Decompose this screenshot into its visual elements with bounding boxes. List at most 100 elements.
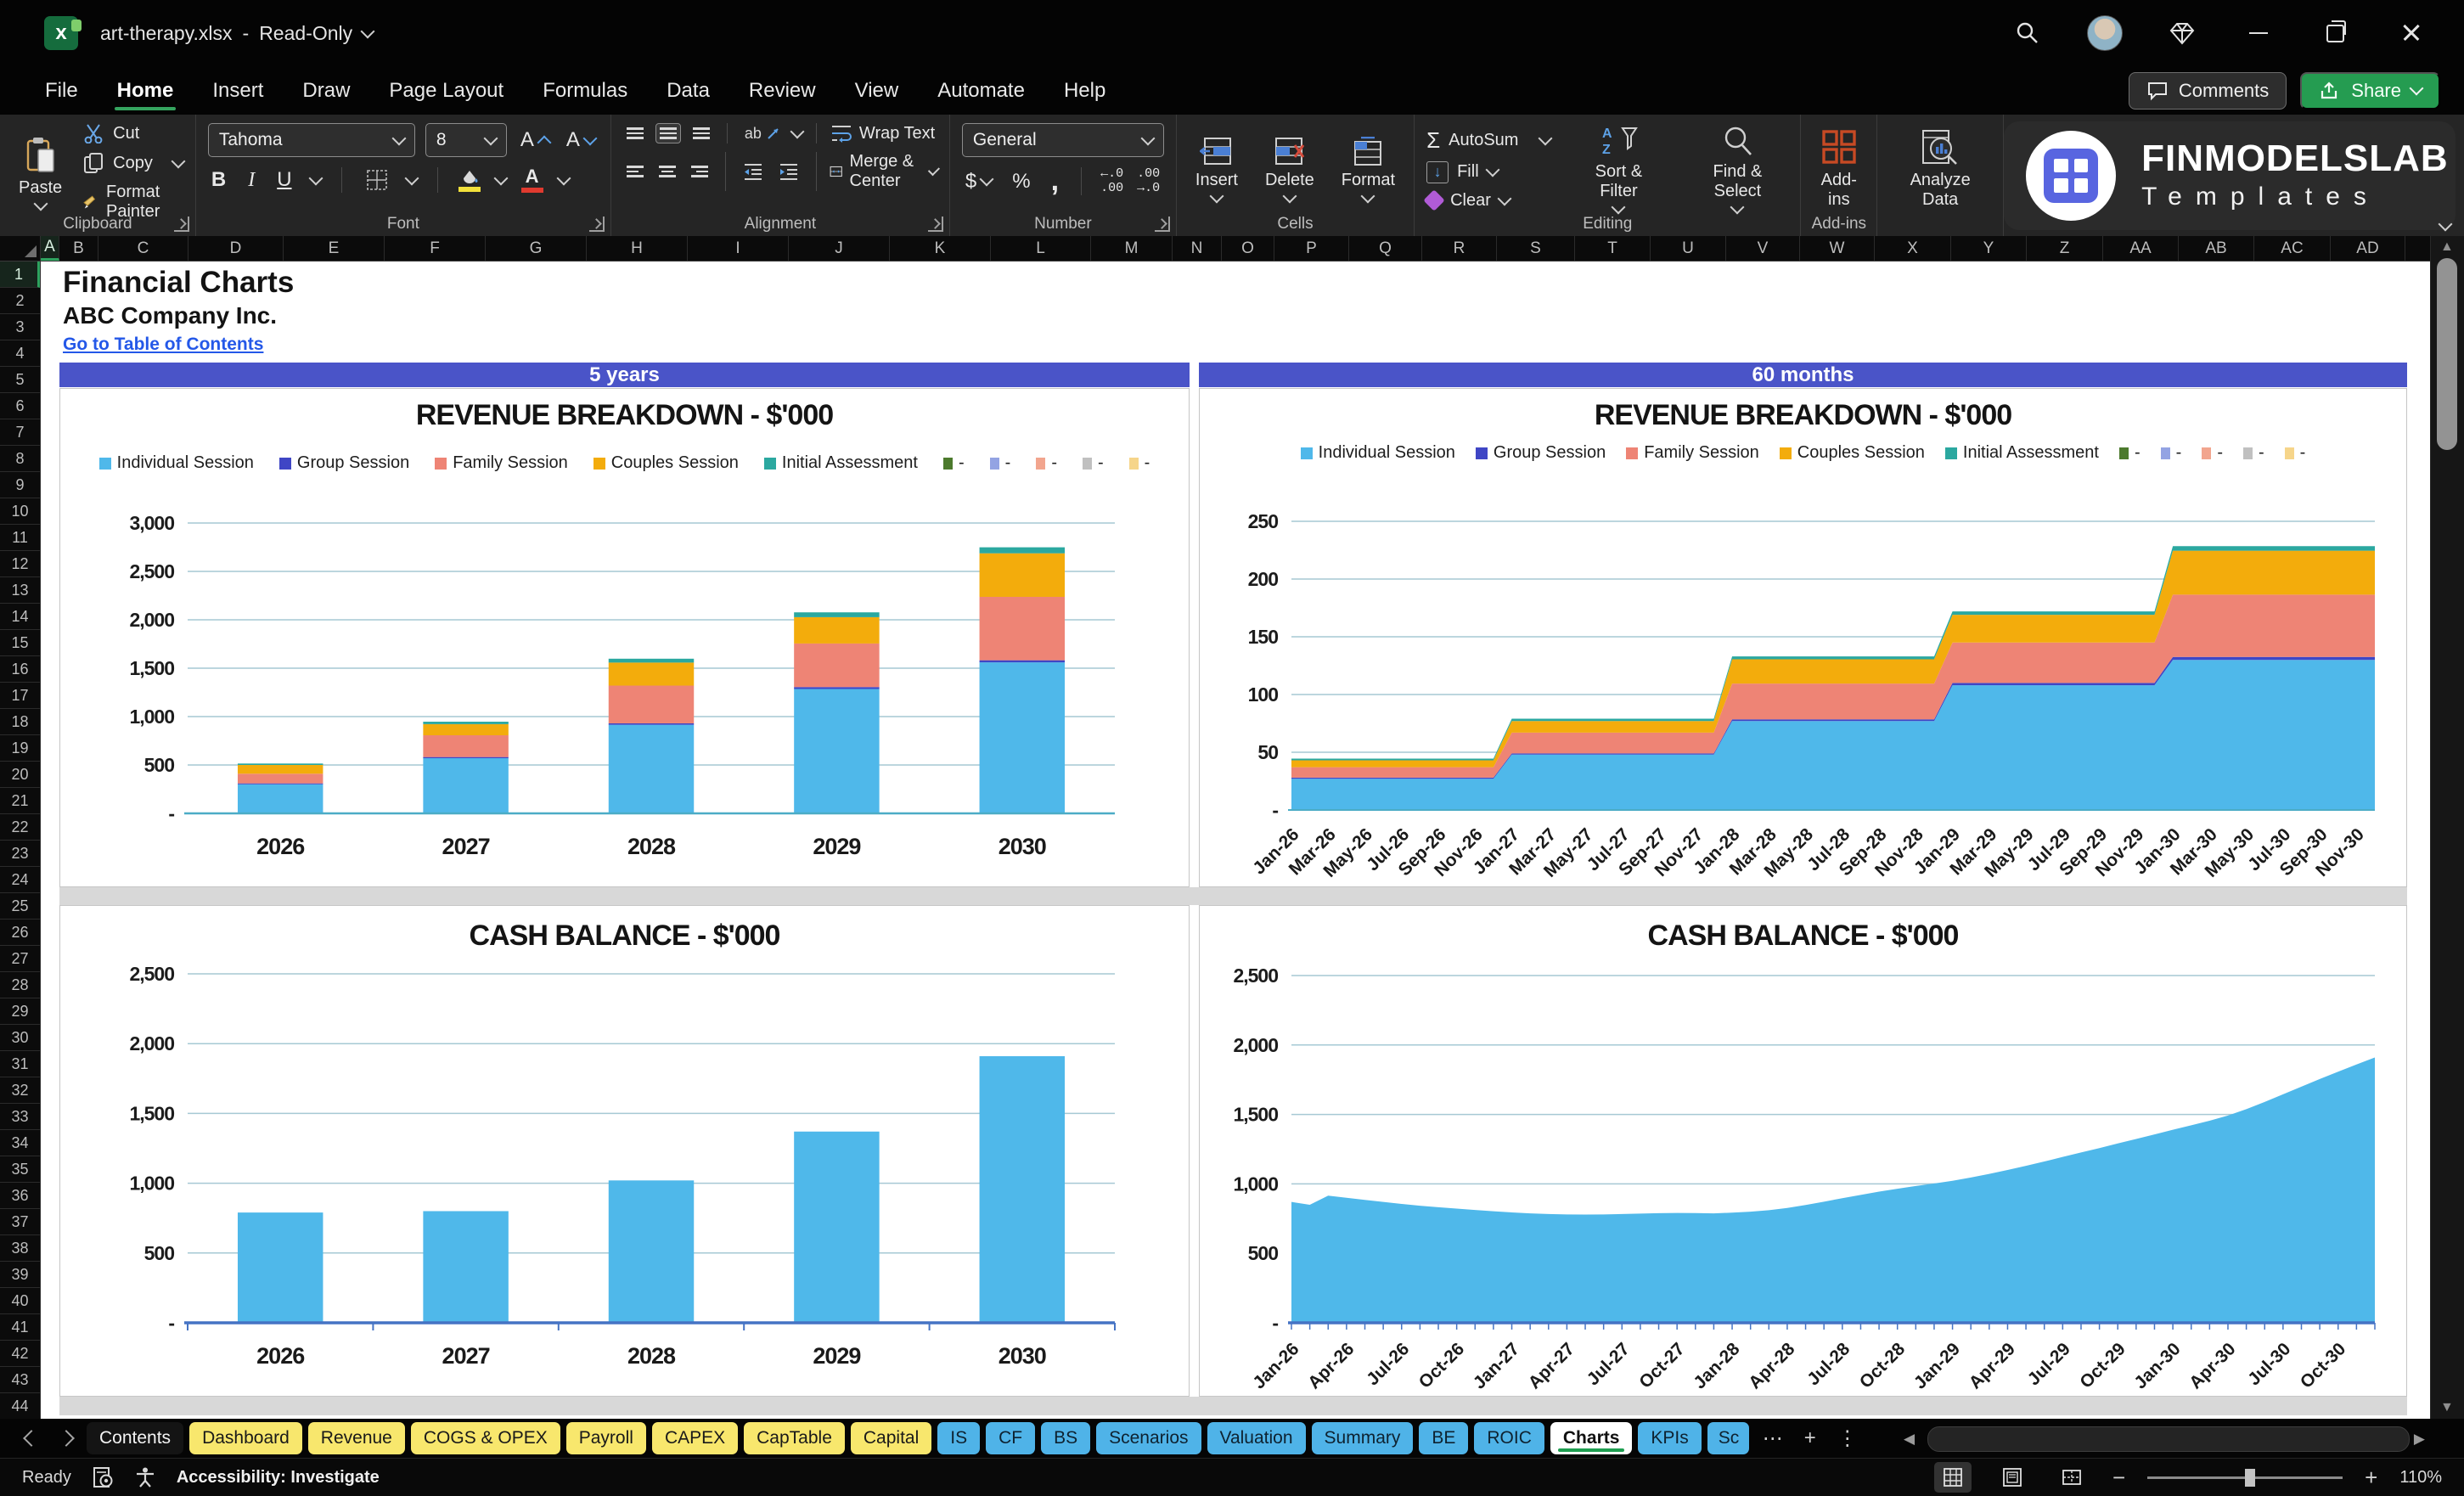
align-middle-button[interactable] [655,123,681,143]
menu-tab-draw[interactable]: Draw [283,66,369,115]
orientation-button[interactable]: ab [741,125,784,143]
legend-item-extra-2[interactable]: - [989,453,1010,473]
autosum-button[interactable]: Σ AutoSum [1426,127,1553,154]
vertical-scrollbar-thumb[interactable] [2437,258,2457,450]
menu-tab-review[interactable]: Review [729,66,835,115]
sheet-tab-bs[interactable]: BS [1041,1422,1091,1454]
column-header-n[interactable]: N [1173,236,1222,261]
increase-font-button[interactable]: A [517,128,553,152]
menu-tab-help[interactable]: Help [1044,66,1125,115]
legend-item-group-session[interactable]: Group Session [278,453,409,473]
legend-item-extra-1[interactable]: - [2118,443,2141,463]
column-header-a[interactable]: A [41,236,59,261]
fill-color-button[interactable] [458,168,481,192]
delete-cells-button[interactable]: Delete [1258,135,1321,203]
sheet-tab-valuation[interactable]: Valuation [1207,1422,1306,1454]
hscroll-right-arrow-icon[interactable]: ▶ [2414,1431,2425,1448]
revenue-breakdown-60m-chart[interactable]: -50 100 150 200 250 Jan-26 Mar-26 May-26 Jul-26 S… [1199,388,2407,887]
decrease-indent-button[interactable] [740,162,767,181]
row-header-17[interactable]: 17 [0,683,40,709]
column-header-x[interactable]: X [1875,236,1951,261]
row-header-23[interactable]: 23 [0,841,40,867]
clipboard-dialog-launcher[interactable] [173,217,189,232]
font-size-select[interactable]: 8 [425,123,507,157]
tab-nav-right-icon[interactable] [58,1430,75,1447]
legend-item-initial-assessment[interactable]: Initial Assessment [1944,443,2099,463]
sheet-tab-kpis[interactable]: KPIs [1638,1422,1702,1454]
bold-button[interactable]: B [208,168,229,192]
decrease-decimal-button[interactable]: .00 →.0 [1137,166,1160,195]
column-header-m[interactable]: M [1091,236,1173,261]
row-header-20[interactable]: 20 [0,762,40,788]
column-header-c[interactable]: C [98,236,188,261]
row-header-30[interactable]: 30 [0,1025,40,1051]
font-color-chevron-icon[interactable] [556,171,571,185]
column-header-g[interactable]: G [486,236,587,261]
sheet-tab-captable[interactable]: CapTable [744,1422,845,1454]
number-format-select[interactable]: General [961,123,1164,157]
row-header-25[interactable]: 25 [0,893,40,920]
column-header-d[interactable]: D [188,236,284,261]
menu-tab-view[interactable]: View [835,66,919,115]
row-header-13[interactable]: 13 [0,577,40,604]
sheet-tab-scenarios[interactable]: Scenarios [1096,1422,1201,1454]
borders-chevron-icon[interactable] [404,171,419,185]
column-header-l[interactable]: L [991,236,1091,261]
comma-format-button[interactable]: , [1048,166,1062,194]
sheet-tab-cf[interactable]: CF [986,1422,1036,1454]
macro-record-icon[interactable] [92,1466,114,1488]
legend-item-extra-3[interactable]: - [1036,453,1057,473]
italic-button[interactable]: I [245,169,258,192]
row-header-39[interactable]: 39 [0,1262,40,1288]
column-header-z[interactable]: Z [2027,236,2103,261]
column-header-r[interactable]: R [1422,236,1497,261]
align-top-button[interactable] [623,124,647,143]
sheet-tab-is[interactable]: IS [937,1422,981,1454]
column-header-e[interactable]: E [284,236,385,261]
row-header-2[interactable]: 2 [0,288,40,314]
column-header-j[interactable]: J [789,236,890,261]
font-family-select[interactable]: Tahoma [207,123,415,157]
fill-button[interactable]: ↓ Fill [1426,160,1550,183]
new-sheet-button[interactable]: + [1797,1426,1824,1450]
row-header-43[interactable]: 43 [0,1367,40,1393]
font-dialog-launcher[interactable] [588,217,605,232]
cash-balance-5y-chart[interactable]: - 500 1,000 1,500 2,000 2,500 2026 2027 2028 2029… [59,905,1190,1397]
column-header-o[interactable]: O [1222,236,1274,261]
page-break-view-button[interactable] [2053,1462,2090,1493]
sheet-tab-be[interactable]: BE [1419,1422,1469,1454]
row-header-37[interactable]: 37 [0,1209,40,1235]
paste-button[interactable]: Paste [12,134,69,211]
scroll-up-arrow-icon[interactable]: ▲ [2440,239,2454,255]
column-header-ab[interactable]: AB [2179,236,2254,261]
zoom-level[interactable]: 110% [2399,1468,2442,1488]
copy-button[interactable]: Copy [82,152,186,174]
currency-format-button[interactable]: $ [962,170,995,194]
vertical-scrollbar[interactable]: ▲ ▼ [2430,236,2464,1419]
accessibility-status[interactable]: Accessibility: Investigate [177,1468,380,1488]
row-header-42[interactable]: 42 [0,1341,40,1367]
horizontal-scrollbar-thumb[interactable] [1927,1426,2410,1452]
menu-tab-page-layout[interactable]: Page Layout [369,66,523,115]
row-header-16[interactable]: 16 [0,656,40,683]
minimize-button[interactable] [2242,16,2276,50]
addins-button[interactable]: Add-ins [1813,127,1865,211]
analyze-data-button[interactable]: Analyze Data [1889,127,1991,211]
menu-tab-formulas[interactable]: Formulas [523,66,647,115]
wrap-text-button[interactable]: Wrap Text [830,123,935,143]
row-header-35[interactable]: 35 [0,1156,40,1183]
legend-item-initial-assessment[interactable]: Initial Assessment [763,453,918,473]
revenue-breakdown-5y-chart[interactable]: - 500 1,000 1,500 2,000 2,500 3,000 2026 2027 202… [59,388,1190,887]
menu-tab-insert[interactable]: Insert [193,66,283,115]
increase-decimal-button[interactable]: ←.0.00 [1100,166,1123,195]
row-header-5[interactable]: 5 [0,367,40,393]
row-header-29[interactable]: 29 [0,998,40,1025]
column-header-f[interactable]: F [385,236,486,261]
row-header-44[interactable]: 44 [0,1393,40,1419]
sheet-tab-dashboard[interactable]: Dashboard [189,1422,302,1454]
legend-item-group-session[interactable]: Group Session [1475,443,1606,463]
column-header-p[interactable]: P [1274,236,1349,261]
sheet-tab-capex[interactable]: CAPEX [651,1422,739,1454]
orientation-chevron-icon[interactable] [790,124,805,138]
zoom-out-button[interactable]: − [2112,1465,2125,1491]
